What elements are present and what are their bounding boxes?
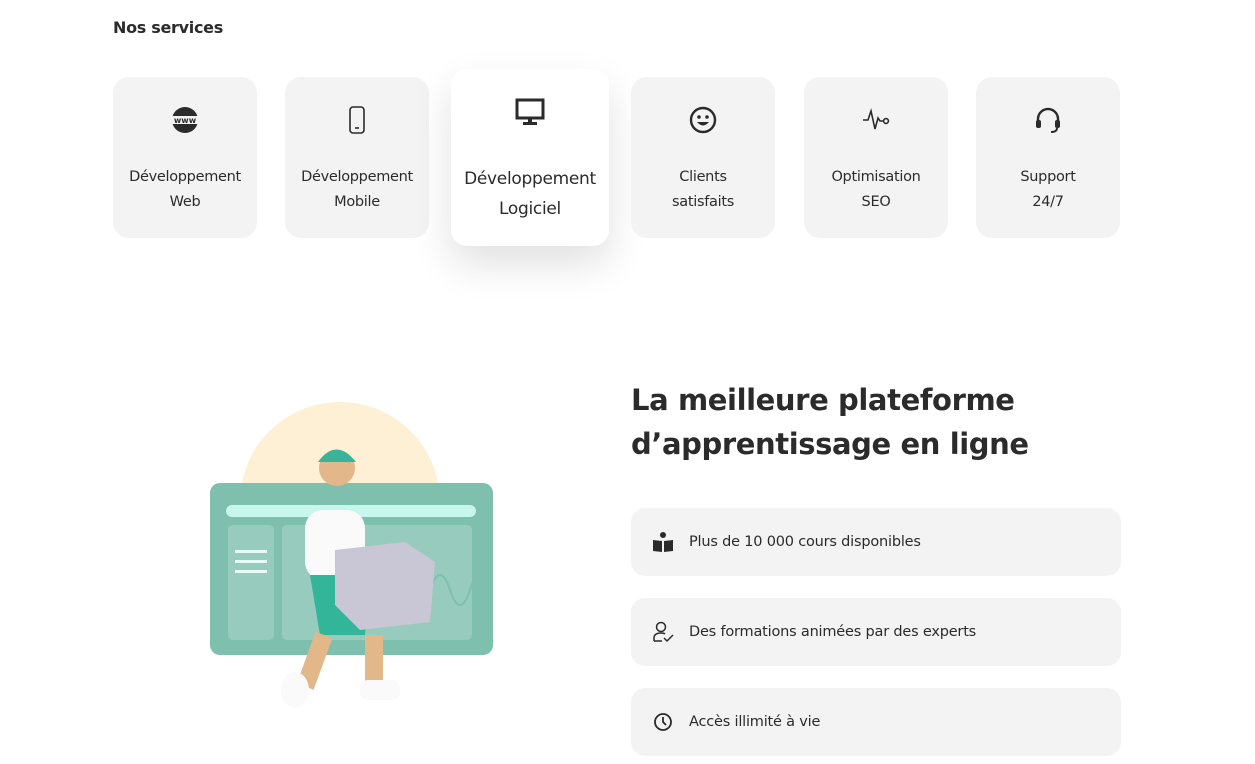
smartphone-icon	[285, 105, 429, 135]
service-card-mobile[interactable]: Développement Mobile	[285, 77, 429, 238]
feature-experts: Des formations animées par des experts	[631, 598, 1121, 666]
card-label: Développement	[301, 169, 413, 185]
clock-icon	[651, 710, 675, 734]
card-label: Clients	[679, 169, 727, 185]
card-label-2: SEO	[861, 194, 891, 210]
service-card-clients[interactable]: Clients satisfaits	[631, 77, 775, 238]
platform-heading: La meilleure plateforme d’apprentissage e…	[631, 378, 1111, 466]
feature-courses: Plus de 10 000 cours disponibles	[631, 508, 1121, 576]
card-label-2: Mobile	[334, 194, 380, 210]
reader-book-icon	[651, 530, 675, 554]
feature-text: Accès illimité à vie	[689, 714, 821, 730]
card-label: Développement	[129, 169, 241, 185]
headset-icon	[976, 105, 1120, 135]
card-label: Développement	[464, 169, 596, 189]
feature-lifetime: Accès illimité à vie	[631, 688, 1121, 756]
service-card-web[interactable]: www Développement Web	[113, 77, 257, 238]
service-card-software[interactable]: Développement Logiciel	[451, 69, 609, 246]
feature-text: Plus de 10 000 cours disponibles	[689, 534, 921, 550]
card-label-2: 24/7	[1032, 194, 1064, 210]
card-label-2: Logiciel	[499, 199, 561, 219]
feature-text: Des formations animées par des experts	[689, 624, 977, 640]
heading-line-2: d’apprentissage en ligne	[631, 427, 1029, 461]
service-card-support[interactable]: Support 24/7	[976, 77, 1120, 238]
user-check-icon	[651, 620, 675, 644]
heading-line-1: La meilleure plateforme	[631, 383, 1015, 417]
smiley-icon	[631, 105, 775, 135]
card-label: Optimisation	[831, 169, 921, 185]
svg-text:www: www	[174, 116, 197, 125]
learning-illustration	[180, 390, 540, 730]
card-label-2: Web	[169, 194, 201, 210]
monitor-icon	[451, 97, 609, 127]
card-label: Support	[1020, 169, 1076, 185]
section-title: Nos services	[113, 18, 223, 37]
service-card-seo[interactable]: Optimisation SEO	[804, 77, 948, 238]
pulse-icon	[804, 105, 948, 135]
card-label-2: satisfaits	[672, 194, 734, 210]
www-globe-icon: www	[113, 105, 257, 135]
